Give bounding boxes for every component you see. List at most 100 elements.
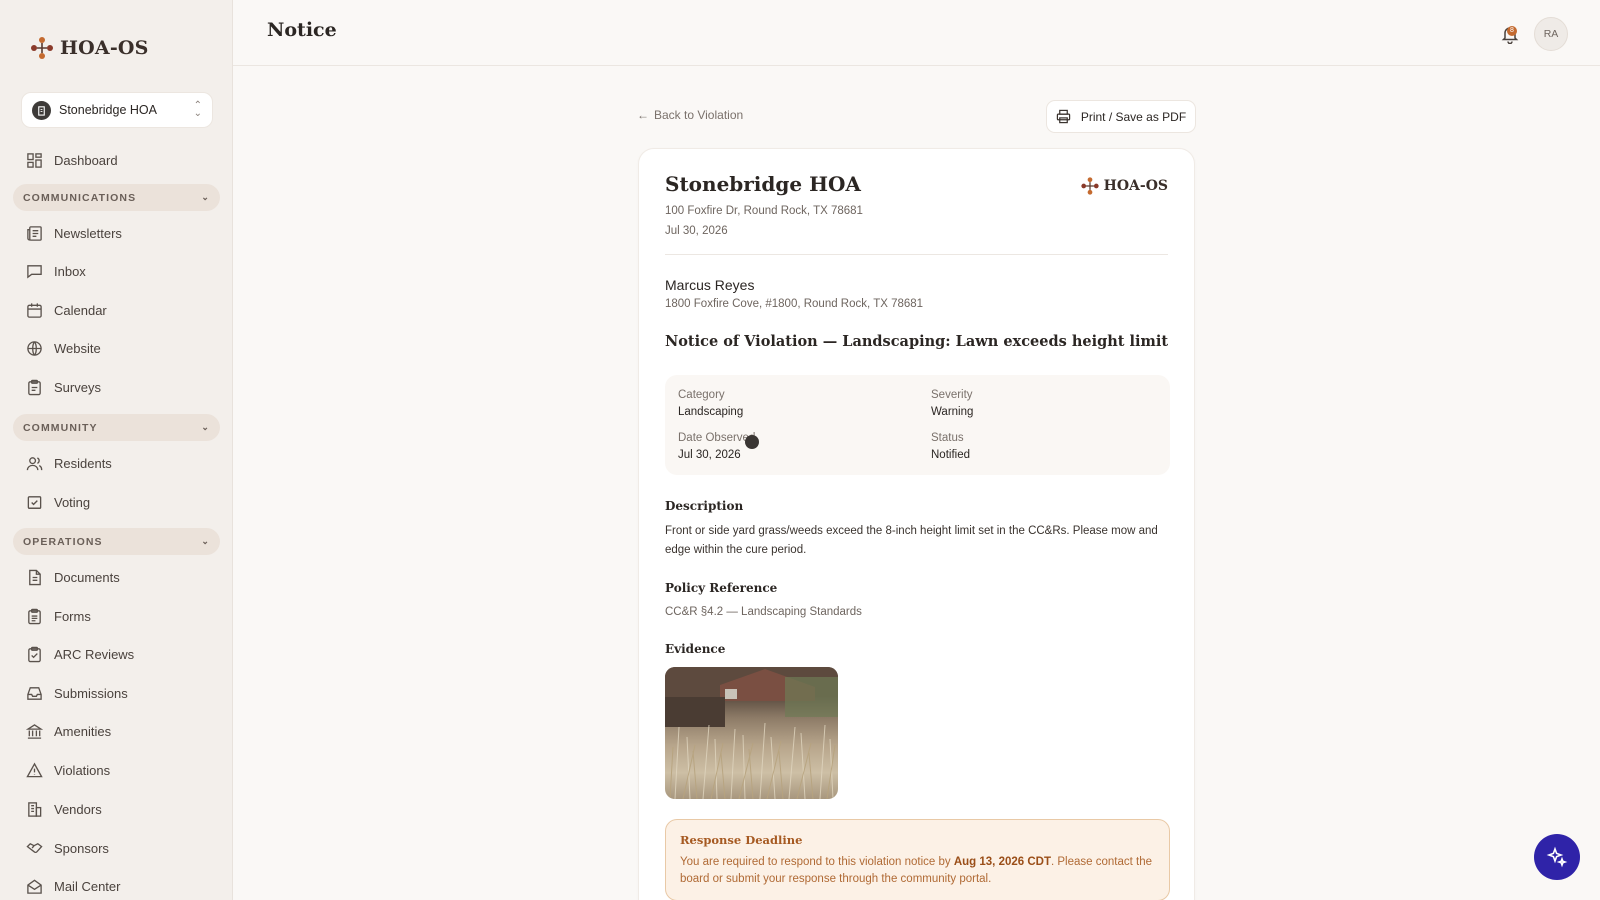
policy-reference: CC&R §4.2 — Landscaping Standards [665, 606, 862, 618]
mouse-cursor [745, 435, 759, 449]
arrow-left-icon: ← [637, 108, 649, 122]
notification-badge: 8 [1507, 26, 1517, 36]
mail-icon [27, 879, 42, 894]
sidebar-item-documents[interactable]: Documents [26, 565, 120, 589]
recipient-address: 1800 Foxfire Cove, #1800, Round Rock, TX… [665, 298, 924, 310]
sidebar-item-residents[interactable]: Residents [26, 451, 112, 475]
clipboard-check-icon [28, 646, 41, 662]
sidebar-item-label: Amenities [54, 723, 112, 739]
notice-card: Stonebridge HOA 100 Foxfire Dr, Round Ro… [638, 148, 1195, 900]
building-icon [28, 801, 42, 817]
date-observed-label: Date Observed [678, 432, 756, 444]
inbox-icon [27, 686, 42, 700]
sidebar-item-label: Sponsors [54, 840, 109, 856]
deadline-date: Aug 13, 2026 CDT [953, 856, 1051, 868]
back-link-label: Back to Violation [654, 108, 744, 122]
card-logo-text: HOA-OS [1103, 178, 1168, 194]
org-selector[interactable]: Stonebridge HOA ⌃ ⌄ [21, 92, 213, 128]
section-label: COMMUNITY [23, 421, 98, 434]
severity-value: Warning [931, 406, 974, 418]
sidebar-item-label: Newsletters [54, 225, 122, 241]
sidebar-item-sponsors[interactable]: Sponsors [26, 836, 109, 860]
sidebar-item-label: Mail Center [54, 878, 121, 894]
sidebar: HOA-OS Stonebridge HOA ⌃ ⌄ Dashboard COMM… [0, 0, 233, 900]
brand-name: HOA-OS [60, 37, 149, 59]
sidebar-item-newsletters[interactable]: Newsletters [26, 221, 122, 245]
hoa-os-logo-icon [31, 37, 53, 59]
response-deadline: Response Deadline You are required to re… [665, 819, 1170, 900]
sidebar-item-label: Violations [54, 762, 111, 778]
sidebar-item-label: Website [54, 340, 101, 356]
sidebar-item-calendar[interactable]: Calendar [26, 298, 107, 322]
sidebar-item-label: Documents [54, 569, 120, 585]
newspaper-icon [27, 225, 42, 241]
notice-date: Jul 30, 2026 [665, 225, 728, 237]
violation-details: Category Landscaping Severity Warning Da… [665, 375, 1170, 475]
users-icon [26, 456, 43, 470]
policy-heading: Policy Reference [665, 581, 778, 595]
alert-triangle-icon [26, 762, 43, 777]
message-square-icon [27, 264, 42, 278]
category-label: Category [678, 389, 725, 401]
user-avatar[interactable]: RA [1534, 17, 1568, 51]
calendar-icon [27, 302, 42, 318]
page-title: Notice [267, 19, 337, 41]
sidebar-item-voting[interactable]: Voting [26, 490, 90, 514]
sidebar-item-surveys[interactable]: Surveys [26, 375, 101, 399]
section-communications[interactable]: COMMUNICATIONS ⌄ [13, 184, 220, 211]
sidebar-item-dashboard[interactable]: Dashboard [26, 148, 118, 172]
dashboard-icon [27, 152, 42, 168]
sidebar-item-label: Vendors [54, 801, 102, 817]
chevron-down-icon: ⌄ [201, 422, 210, 432]
sidebar-item-website[interactable]: Website [26, 336, 101, 360]
sidebar-item-violations[interactable]: Violations [26, 758, 110, 782]
notice-title: Notice of Violation — Landscaping: Lawn … [665, 333, 1169, 350]
building-icon [32, 100, 51, 120]
sidebar-item-forms[interactable]: Forms [26, 604, 91, 628]
section-operations[interactable]: OPERATIONS ⌄ [13, 528, 220, 555]
sidebar-item-mail-center[interactable]: Mail Center [26, 874, 120, 898]
evidence-photo-art [665, 667, 838, 799]
sidebar-item-label: Submissions [54, 685, 128, 701]
status-label: Status [931, 432, 964, 444]
print-button[interactable]: Print / Save as PDF [1046, 100, 1196, 133]
globe-icon [27, 340, 42, 356]
sidebar-item-vendors[interactable]: Vendors [26, 797, 102, 821]
file-text-icon [29, 569, 41, 585]
section-label: COMMUNICATIONS [23, 191, 137, 204]
evidence-photo[interactable] [665, 667, 838, 799]
back-to-violation-link[interactable]: ← Back to Violation [637, 108, 743, 122]
sidebar-item-inbox[interactable]: Inbox [26, 259, 86, 283]
clipboard-icon [28, 379, 41, 395]
deadline-text: You are required to respond to this viol… [680, 854, 1160, 888]
sidebar-item-label: ARC Reviews [54, 646, 135, 662]
chevron-up-down-icon: ⌃ ⌄ [193, 100, 202, 119]
sidebar-item-label: Inbox [54, 263, 86, 279]
sidebar-item-label: Dashboard [54, 152, 118, 168]
sidebar-item-arc-reviews[interactable]: ARC Reviews [26, 642, 134, 666]
date-observed-value: Jul 30, 2026 [678, 449, 741, 461]
top-bar: Notice 8 RA [233, 0, 1600, 66]
ai-assistant-button[interactable] [1534, 834, 1580, 880]
severity-label: Severity [931, 389, 973, 401]
landmark-icon [26, 723, 43, 739]
sidebar-item-amenities[interactable]: Amenities [26, 719, 111, 743]
deadline-title: Response Deadline [680, 833, 803, 847]
chevron-down-icon: ⌄ [201, 536, 210, 546]
hoa-name: Stonebridge HOA [665, 172, 861, 196]
evidence-heading: Evidence [665, 642, 726, 656]
brand-logo[interactable]: HOA-OS [28, 34, 149, 62]
hoa-address: 100 Foxfire Dr, Round Rock, TX 78681 [665, 205, 863, 217]
divider [665, 254, 1168, 255]
section-community[interactable]: COMMUNITY ⌄ [13, 414, 220, 441]
status-value: Notified [931, 449, 970, 461]
handshake-icon [26, 842, 43, 853]
section-label: OPERATIONS [23, 535, 103, 548]
sidebar-item-label: Voting [54, 494, 91, 510]
card-logo: HOA-OS [1079, 175, 1168, 197]
sidebar-item-submissions[interactable]: Submissions [26, 681, 128, 705]
sidebar-item-label: Residents [54, 455, 112, 471]
clipboard-list-icon [28, 608, 41, 624]
sidebar-item-label: Calendar [54, 302, 107, 318]
recipient-name: Marcus Reyes [665, 277, 755, 293]
